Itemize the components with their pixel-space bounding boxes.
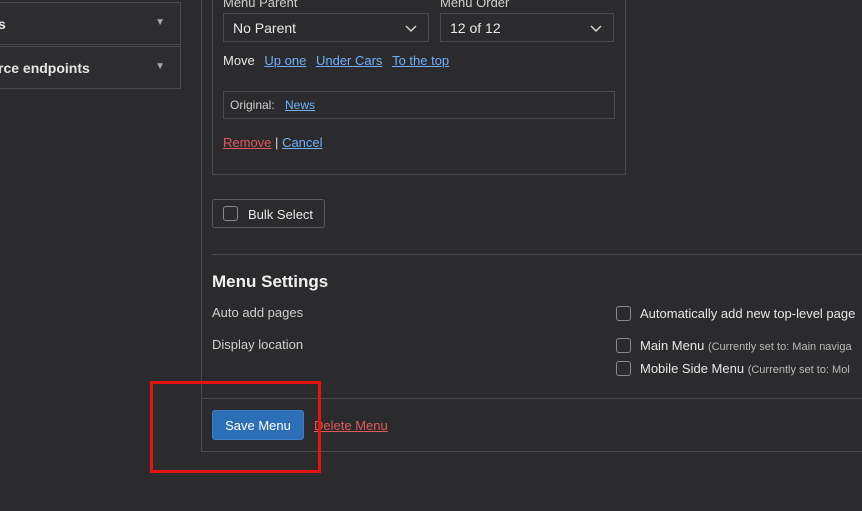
move-row: Move Up one Under Cars To the top <box>223 53 449 68</box>
menu-order-label: Menu Order <box>440 0 510 10</box>
chevron-down-icon <box>590 25 602 33</box>
menu-parent-select[interactable]: No Parent <box>223 13 429 42</box>
menu-settings-title: Menu Settings <box>212 272 329 291</box>
cancel-link[interactable]: Cancel <box>282 135 322 150</box>
mobile-side-menu-label: Mobile Side Menu <box>640 361 745 376</box>
menu-parent-label: Menu Parent <box>223 0 298 10</box>
section-divider <box>212 254 862 255</box>
menu-order-select[interactable]: 12 of 12 <box>440 13 614 42</box>
remove-cancel-row: Remove | Cancel <box>223 135 323 150</box>
move-label: Move <box>223 53 255 68</box>
delete-menu-link[interactable]: Delete Menu <box>314 418 388 433</box>
auto-add-pages-label: Auto add pages <box>212 305 304 320</box>
display-location-label: Display location <box>212 337 304 352</box>
main-menu-note: (Currently set to: Main naviga <box>707 341 852 353</box>
original-link[interactable]: News <box>285 98 315 112</box>
menu-parent-value: No Parent <box>233 20 297 36</box>
triangle-down-icon: ▼ <box>155 17 165 28</box>
move-to-top-link[interactable]: To the top <box>392 53 449 68</box>
original-label: Original: <box>230 98 275 112</box>
main-menu-checkbox[interactable] <box>616 338 631 353</box>
accordion-section-1[interactable]: s ▼ <box>0 2 181 45</box>
original-info: Original: News <box>223 91 615 119</box>
move-under-cars-link[interactable]: Under Cars <box>316 53 382 68</box>
accordion-label: s <box>0 16 6 32</box>
bulk-select-label: Bulk Select <box>248 207 314 222</box>
mobile-side-menu-note: (Currently set to: Mol <box>747 364 850 376</box>
triangle-down-icon: ▼ <box>155 61 165 72</box>
chevron-down-icon <box>405 25 417 33</box>
remove-link[interactable]: Remove <box>223 135 271 150</box>
main-menu-label: Main Menu <box>640 338 705 353</box>
accordion-section-2[interactable]: rce endpoints ▼ <box>0 46 181 89</box>
menu-order-value: 12 of 12 <box>450 20 501 36</box>
bulk-select-button[interactable]: Bulk Select <box>212 199 325 228</box>
bulk-select-checkbox[interactable] <box>223 206 238 221</box>
auto-add-option-label: Automatically add new top-level page <box>640 306 856 321</box>
separator: | <box>275 135 279 150</box>
move-up-one-link[interactable]: Up one <box>264 53 306 68</box>
mobile-side-menu-checkbox[interactable] <box>616 361 631 376</box>
menu-item-settings: Menu Parent Menu Order No Parent 12 of 1… <box>212 0 626 175</box>
highlight-box <box>150 381 321 473</box>
auto-add-checkbox[interactable] <box>616 306 631 321</box>
accordion-label: rce endpoints <box>0 60 90 76</box>
